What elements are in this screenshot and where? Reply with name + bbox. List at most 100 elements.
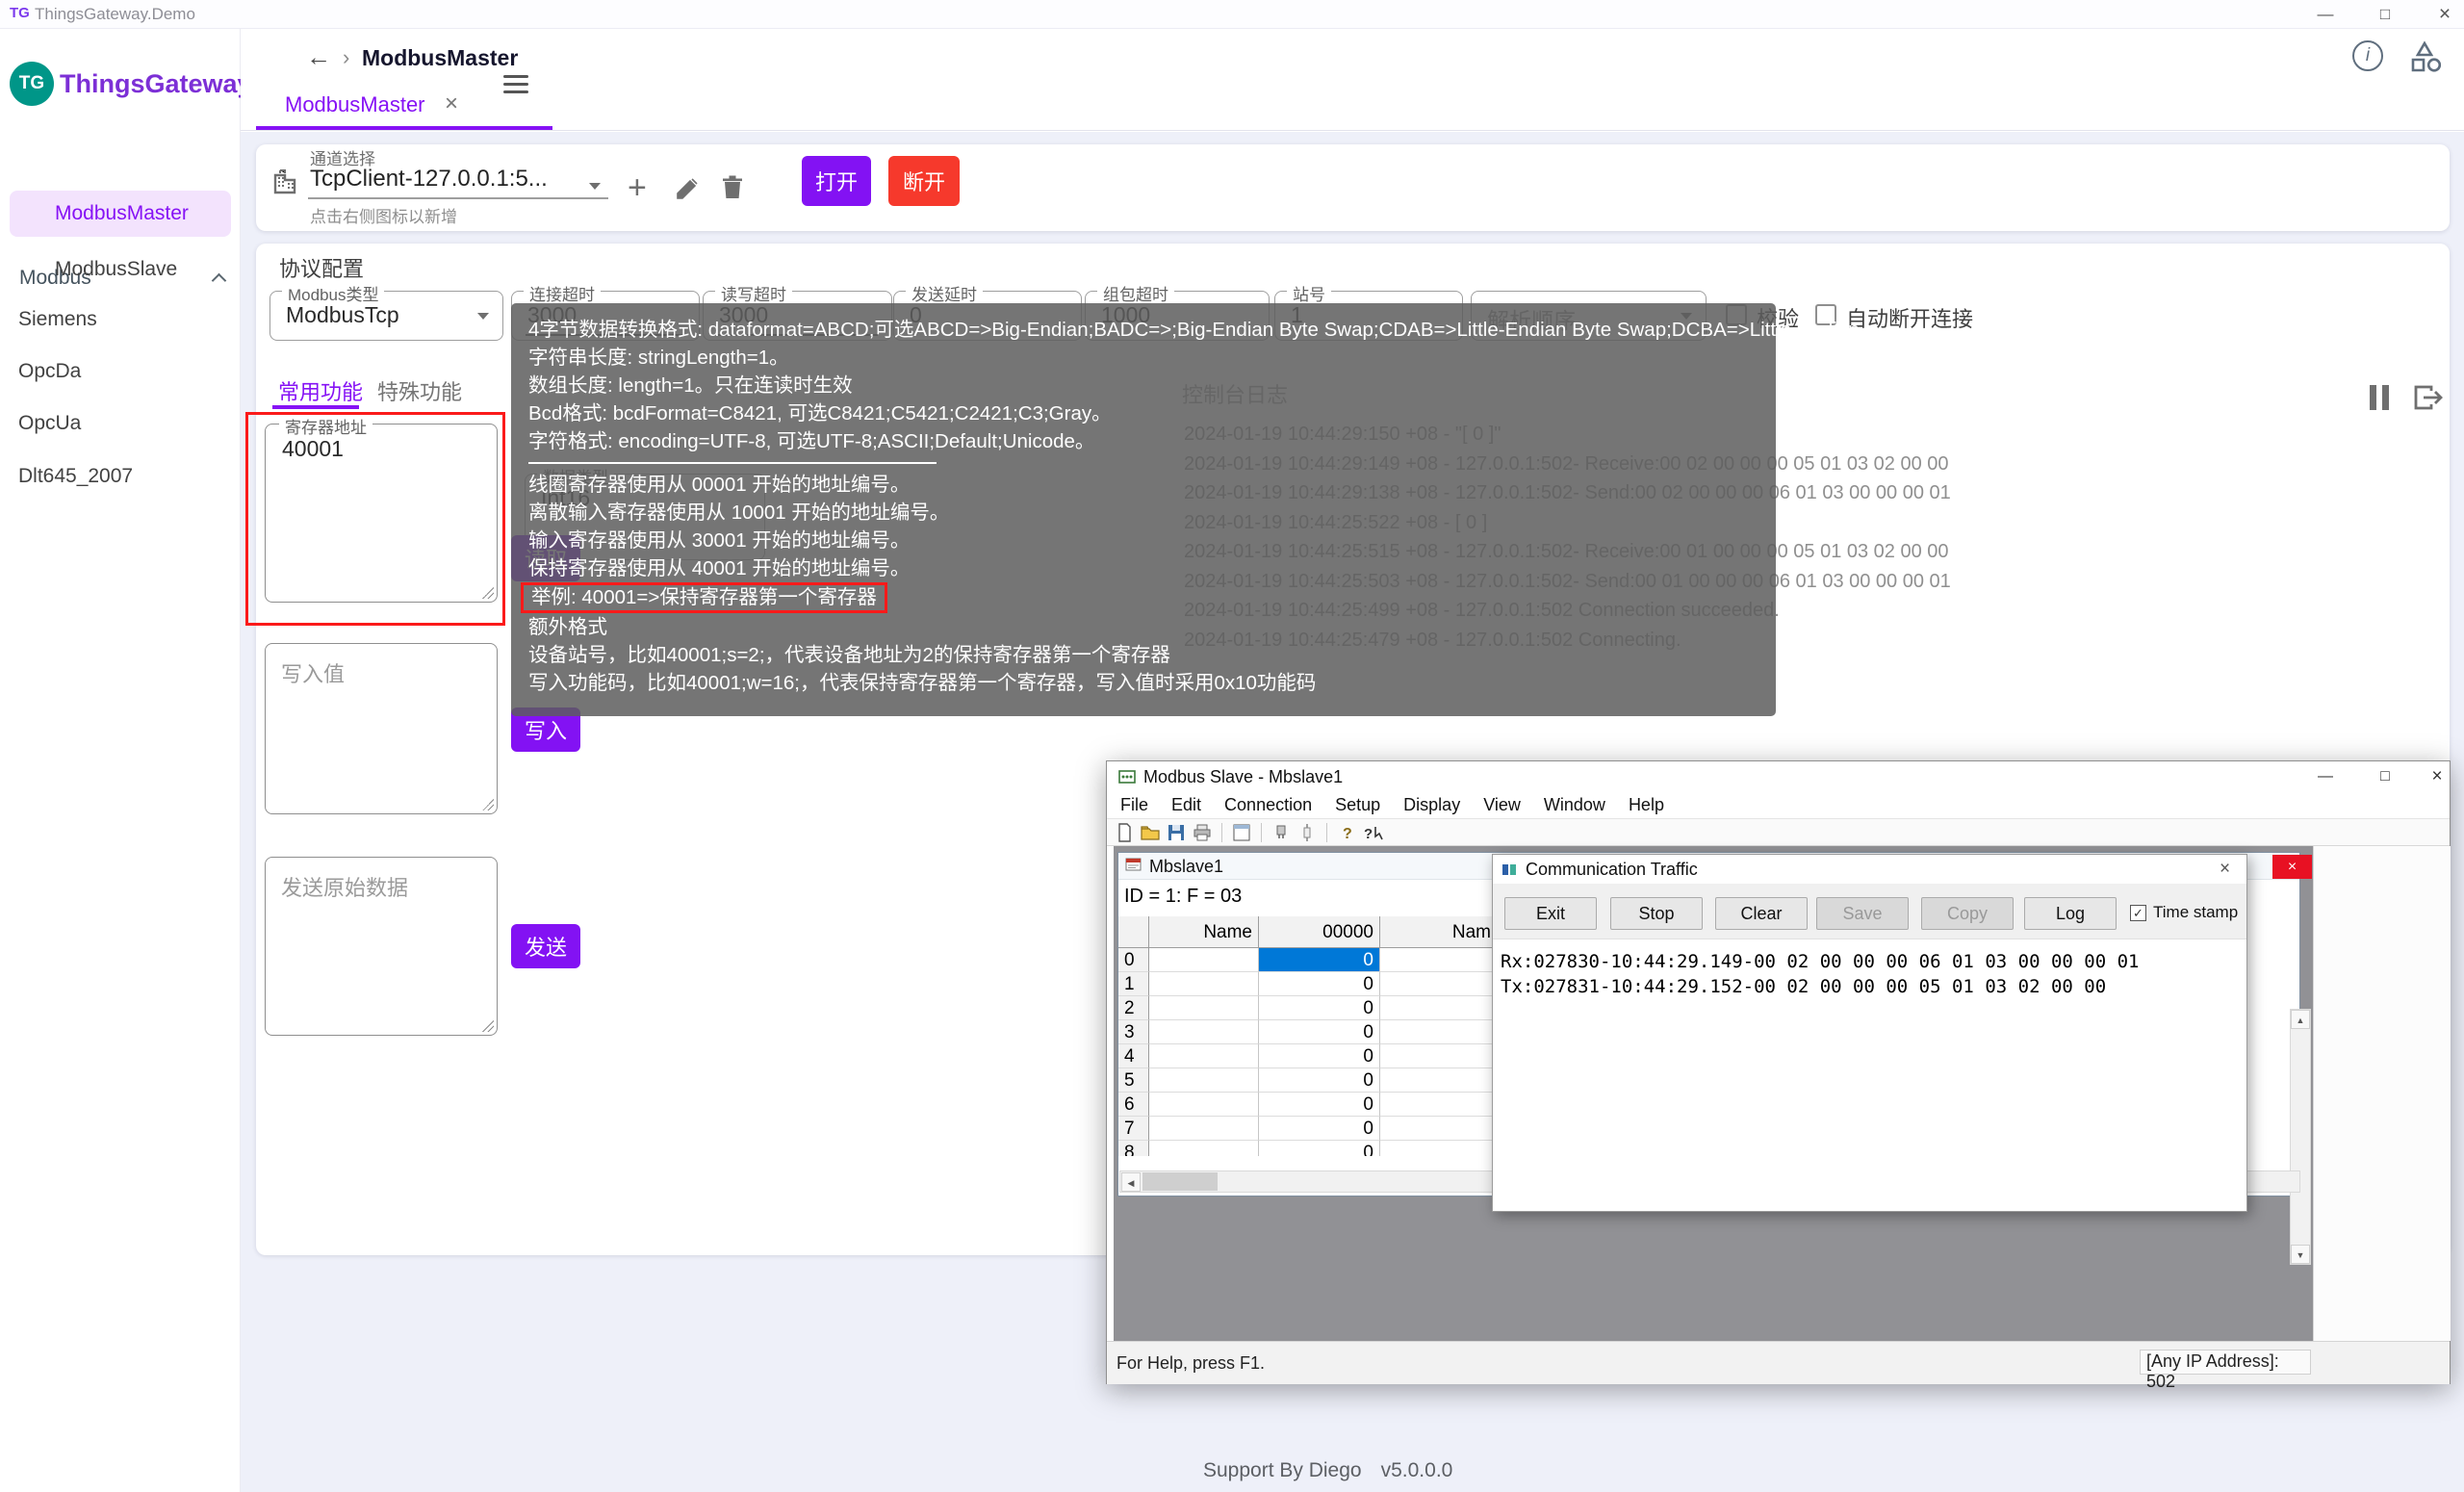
timestamp-checkbox-label: Time stamp [2153,903,2238,922]
name-cell[interactable] [1380,1117,1498,1141]
window-maximize-icon[interactable]: □ [2366,2,2404,27]
slave-maximize-icon[interactable]: □ [2367,764,2403,789]
name-cell[interactable] [1380,1020,1498,1044]
value-cell-selected[interactable]: 0 [1259,948,1380,972]
context-help-icon[interactable]: ? [1363,823,1382,842]
exit-button[interactable]: Exit [1504,897,1597,930]
edit-pencil-icon[interactable] [674,175,701,202]
hamburger-menu-icon[interactable] [503,75,528,94]
name-cell[interactable] [1149,1068,1259,1093]
menu-view[interactable]: View [1483,795,1521,815]
value-cell[interactable]: 0 [1259,972,1380,996]
timestamp-checkbox[interactable]: ✓ [2130,905,2146,921]
value-cell[interactable]: 0 [1259,1093,1380,1117]
menu-file[interactable]: File [1120,795,1148,815]
menu-help[interactable]: Help [1629,795,1664,815]
name-cell[interactable] [1380,972,1498,996]
slave-titlebar[interactable]: Modbus Slave - Mbslave1 — □ × [1107,761,2450,792]
name-cell[interactable] [1149,1141,1259,1156]
name-cell[interactable] [1149,972,1259,996]
slave-minimize-icon[interactable]: — [2307,764,2344,789]
disconnect-button[interactable]: 断开 [888,156,960,206]
resize-grip-icon[interactable] [482,799,494,810]
scroll-down-icon[interactable]: ▼ [2291,1245,2310,1264]
info-icon[interactable]: i [2352,40,2383,71]
disconnect-plug-icon[interactable] [1297,823,1317,842]
trash-icon[interactable] [720,174,745,201]
save-icon[interactable] [1167,823,1186,842]
menu-edit[interactable]: Edit [1171,795,1201,815]
sidebar-item-opcda[interactable]: OpcDa [0,352,241,391]
clear-button[interactable]: Clear [1715,897,1808,930]
value-cell[interactable]: 0 [1259,1141,1380,1156]
export-log-icon[interactable] [2412,383,2445,412]
tab-common-functions[interactable]: 常用功能 [278,375,363,406]
shapes-sitemap-icon[interactable] [2406,40,2443,73]
print-icon[interactable] [1193,823,1212,842]
menu-setup[interactable]: Setup [1335,795,1380,815]
tooltip-line: 字符串长度: stringLength=1。 [528,344,1758,372]
send-button[interactable]: 发送 [511,924,580,968]
child-close-button[interactable]: × [2272,855,2312,879]
name-cell[interactable] [1380,996,1498,1020]
sidebar-item-modbusmaster[interactable]: ModbusMaster [10,191,231,237]
tab-special-functions[interactable]: 特殊功能 [377,375,462,406]
traffic-close-icon[interactable]: × [2220,859,2230,880]
name-cell[interactable] [1149,996,1259,1020]
name-cell[interactable] [1380,948,1498,972]
name-cell[interactable] [1380,1068,1498,1093]
resize-grip-icon[interactable] [482,1020,494,1032]
name-cell[interactable] [1149,1117,1259,1141]
sidebar-group-modbus[interactable]: Modbus [0,144,241,179]
menu-display[interactable]: Display [1403,795,1460,815]
sidebar-item-dlt645[interactable]: Dlt645_2007 [0,457,241,496]
table-header-row: Name 00000 Nam [1118,916,1499,948]
name-cell[interactable] [1149,1093,1259,1117]
write-value-input[interactable] [266,644,497,813]
tab-modbusmaster[interactable]: ModbusMaster [285,92,425,117]
menu-connection[interactable]: Connection [1224,795,1312,815]
name-cell[interactable] [1380,1141,1498,1156]
value-cell[interactable]: 0 [1259,1117,1380,1141]
field-modbus-type[interactable]: Modbus类型 ModbusTcp [270,291,503,341]
scroll-up-icon[interactable]: ▲ [2291,1010,2310,1029]
column-header-name[interactable]: Name [1149,916,1259,948]
channel-select[interactable]: TcpClient-127.0.0.1:5... [308,159,616,201]
scroll-left-icon[interactable]: ◀ [1121,1172,1141,1192]
name-cell[interactable] [1149,1020,1259,1044]
scrollbar-thumb[interactable] [1142,1172,1218,1191]
menu-window[interactable]: Window [1544,795,1605,815]
add-channel-icon[interactable]: + [628,169,647,207]
log-button[interactable]: Log [2024,897,2117,930]
connect-plug-icon[interactable] [1271,823,1291,842]
name-cell[interactable] [1149,948,1259,972]
open-button[interactable]: 打开 [802,156,871,206]
window-minimize-icon[interactable]: — [2306,2,2345,27]
sidebar-item-siemens[interactable]: Siemens [0,300,241,339]
value-cell[interactable]: 0 [1259,1044,1380,1068]
send-raw-input[interactable] [266,858,497,1035]
back-arrow-icon[interactable]: ← [306,42,331,72]
name-cell[interactable] [1380,1093,1498,1117]
value-cell[interactable]: 0 [1259,996,1380,1020]
new-file-icon[interactable] [1115,823,1134,842]
name-cell[interactable] [1149,1044,1259,1068]
column-header-name2[interactable]: Nam [1380,916,1498,948]
open-file-icon[interactable] [1141,823,1160,842]
tab-close-icon[interactable]: × [445,90,458,117]
help-icon[interactable]: ? [1337,823,1356,842]
sidebar-item-modbusslave[interactable]: ModbusSlave [10,246,231,293]
slave-close-icon[interactable]: × [2419,764,2455,789]
sidebar-item-opcua[interactable]: OpcUa [0,404,241,443]
stop-button[interactable]: Stop [1610,897,1703,930]
vertical-scrollbar[interactable]: ▲ ▼ [2290,1009,2311,1265]
traffic-titlebar[interactable]: Communication Traffic × [1493,855,2246,884]
pause-icon[interactable] [2370,385,2395,410]
status-help-text: For Help, press F1. [1116,1353,1265,1374]
value-cell[interactable]: 0 [1259,1068,1380,1093]
display-grid-icon[interactable] [1232,823,1251,842]
column-header-00000[interactable]: 00000 [1259,916,1380,948]
window-close-icon[interactable]: × [2426,2,2464,27]
name-cell[interactable] [1380,1044,1498,1068]
value-cell[interactable]: 0 [1259,1020,1380,1044]
